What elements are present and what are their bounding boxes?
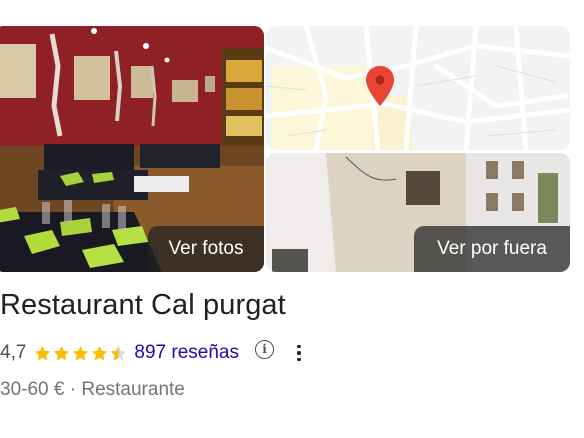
star-icon [92, 345, 108, 360]
star-rating [33, 344, 128, 363]
view-photos-button[interactable]: Ver fotos [148, 226, 264, 272]
star-icon [54, 345, 70, 360]
rating-row: 4,7 897 reseñas i [0, 338, 302, 368]
place-meta: 30-60 € · Restaurante [0, 379, 185, 401]
map-thumbnail[interactable] [266, 26, 570, 150]
rating-value: 4,7 [0, 342, 27, 363]
restaurant-interior-photo[interactable]: Ver fotos [0, 26, 264, 272]
place-category: Restaurante [81, 379, 185, 400]
more-options-icon[interactable] [296, 344, 302, 362]
view-outside-button[interactable]: Ver por fuera [414, 226, 570, 272]
meta-separator: · [69, 379, 77, 400]
star-icon [35, 345, 51, 360]
place-title: Restaurant Cal purgat [0, 289, 286, 321]
price-range: 30-60 € [0, 379, 65, 400]
star-icon [73, 345, 89, 360]
reviews-link[interactable]: 897 reseñas [134, 342, 239, 364]
street-view-thumbnail[interactable]: Ver por fuera [266, 153, 570, 272]
info-icon[interactable]: i [255, 339, 274, 359]
map-image [266, 26, 570, 150]
half-star-icon [111, 345, 127, 360]
